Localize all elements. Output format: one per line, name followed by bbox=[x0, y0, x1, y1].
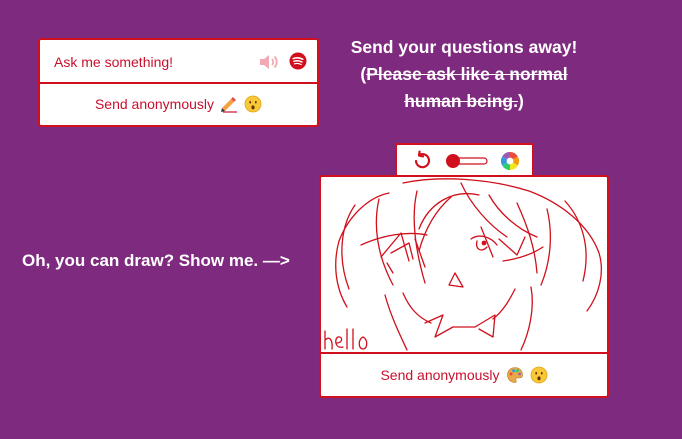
drawing-canvas[interactable] bbox=[321, 177, 607, 354]
strikethrough-text: Please ask like a normal human being. bbox=[366, 64, 568, 111]
send-anonymously-button[interactable]: Send anonymously bbox=[40, 82, 317, 125]
artist-palette-emoji bbox=[506, 366, 523, 383]
color-wheel-icon[interactable] bbox=[500, 151, 520, 171]
undo-icon[interactable] bbox=[411, 150, 433, 172]
prompt-heading: Send your questions away! (Please ask li… bbox=[340, 34, 588, 115]
speaker-icon[interactable] bbox=[258, 53, 280, 71]
drawing-toolbar bbox=[395, 143, 534, 177]
prompt-line-2: (Please ask like a normal human being.) bbox=[340, 61, 588, 115]
hushed-face-emoji bbox=[530, 366, 547, 383]
spotify-icon[interactable] bbox=[289, 52, 307, 70]
draw-prompt-label: Oh, you can draw? Show me. —> bbox=[22, 251, 290, 270]
question-input[interactable] bbox=[52, 49, 246, 75]
ask-input-container bbox=[40, 40, 317, 84]
brush-size-slider[interactable] bbox=[445, 153, 489, 169]
hushed-face-emoji bbox=[244, 95, 262, 112]
send-drawing-button[interactable]: Send anonymously bbox=[321, 353, 607, 396]
send-anonymously-label: Send anonymously bbox=[94, 95, 215, 112]
ask-form: Send anonymously bbox=[38, 38, 319, 127]
writing-hand-emoji bbox=[221, 96, 238, 113]
paren-close: ) bbox=[517, 91, 524, 111]
prompt-line-1: Send your questions away! bbox=[350, 37, 578, 57]
send-drawing-label: Send anonymously bbox=[380, 366, 500, 383]
sketch-drawing bbox=[324, 178, 602, 351]
drawing-form: Send anonymously bbox=[319, 175, 609, 398]
